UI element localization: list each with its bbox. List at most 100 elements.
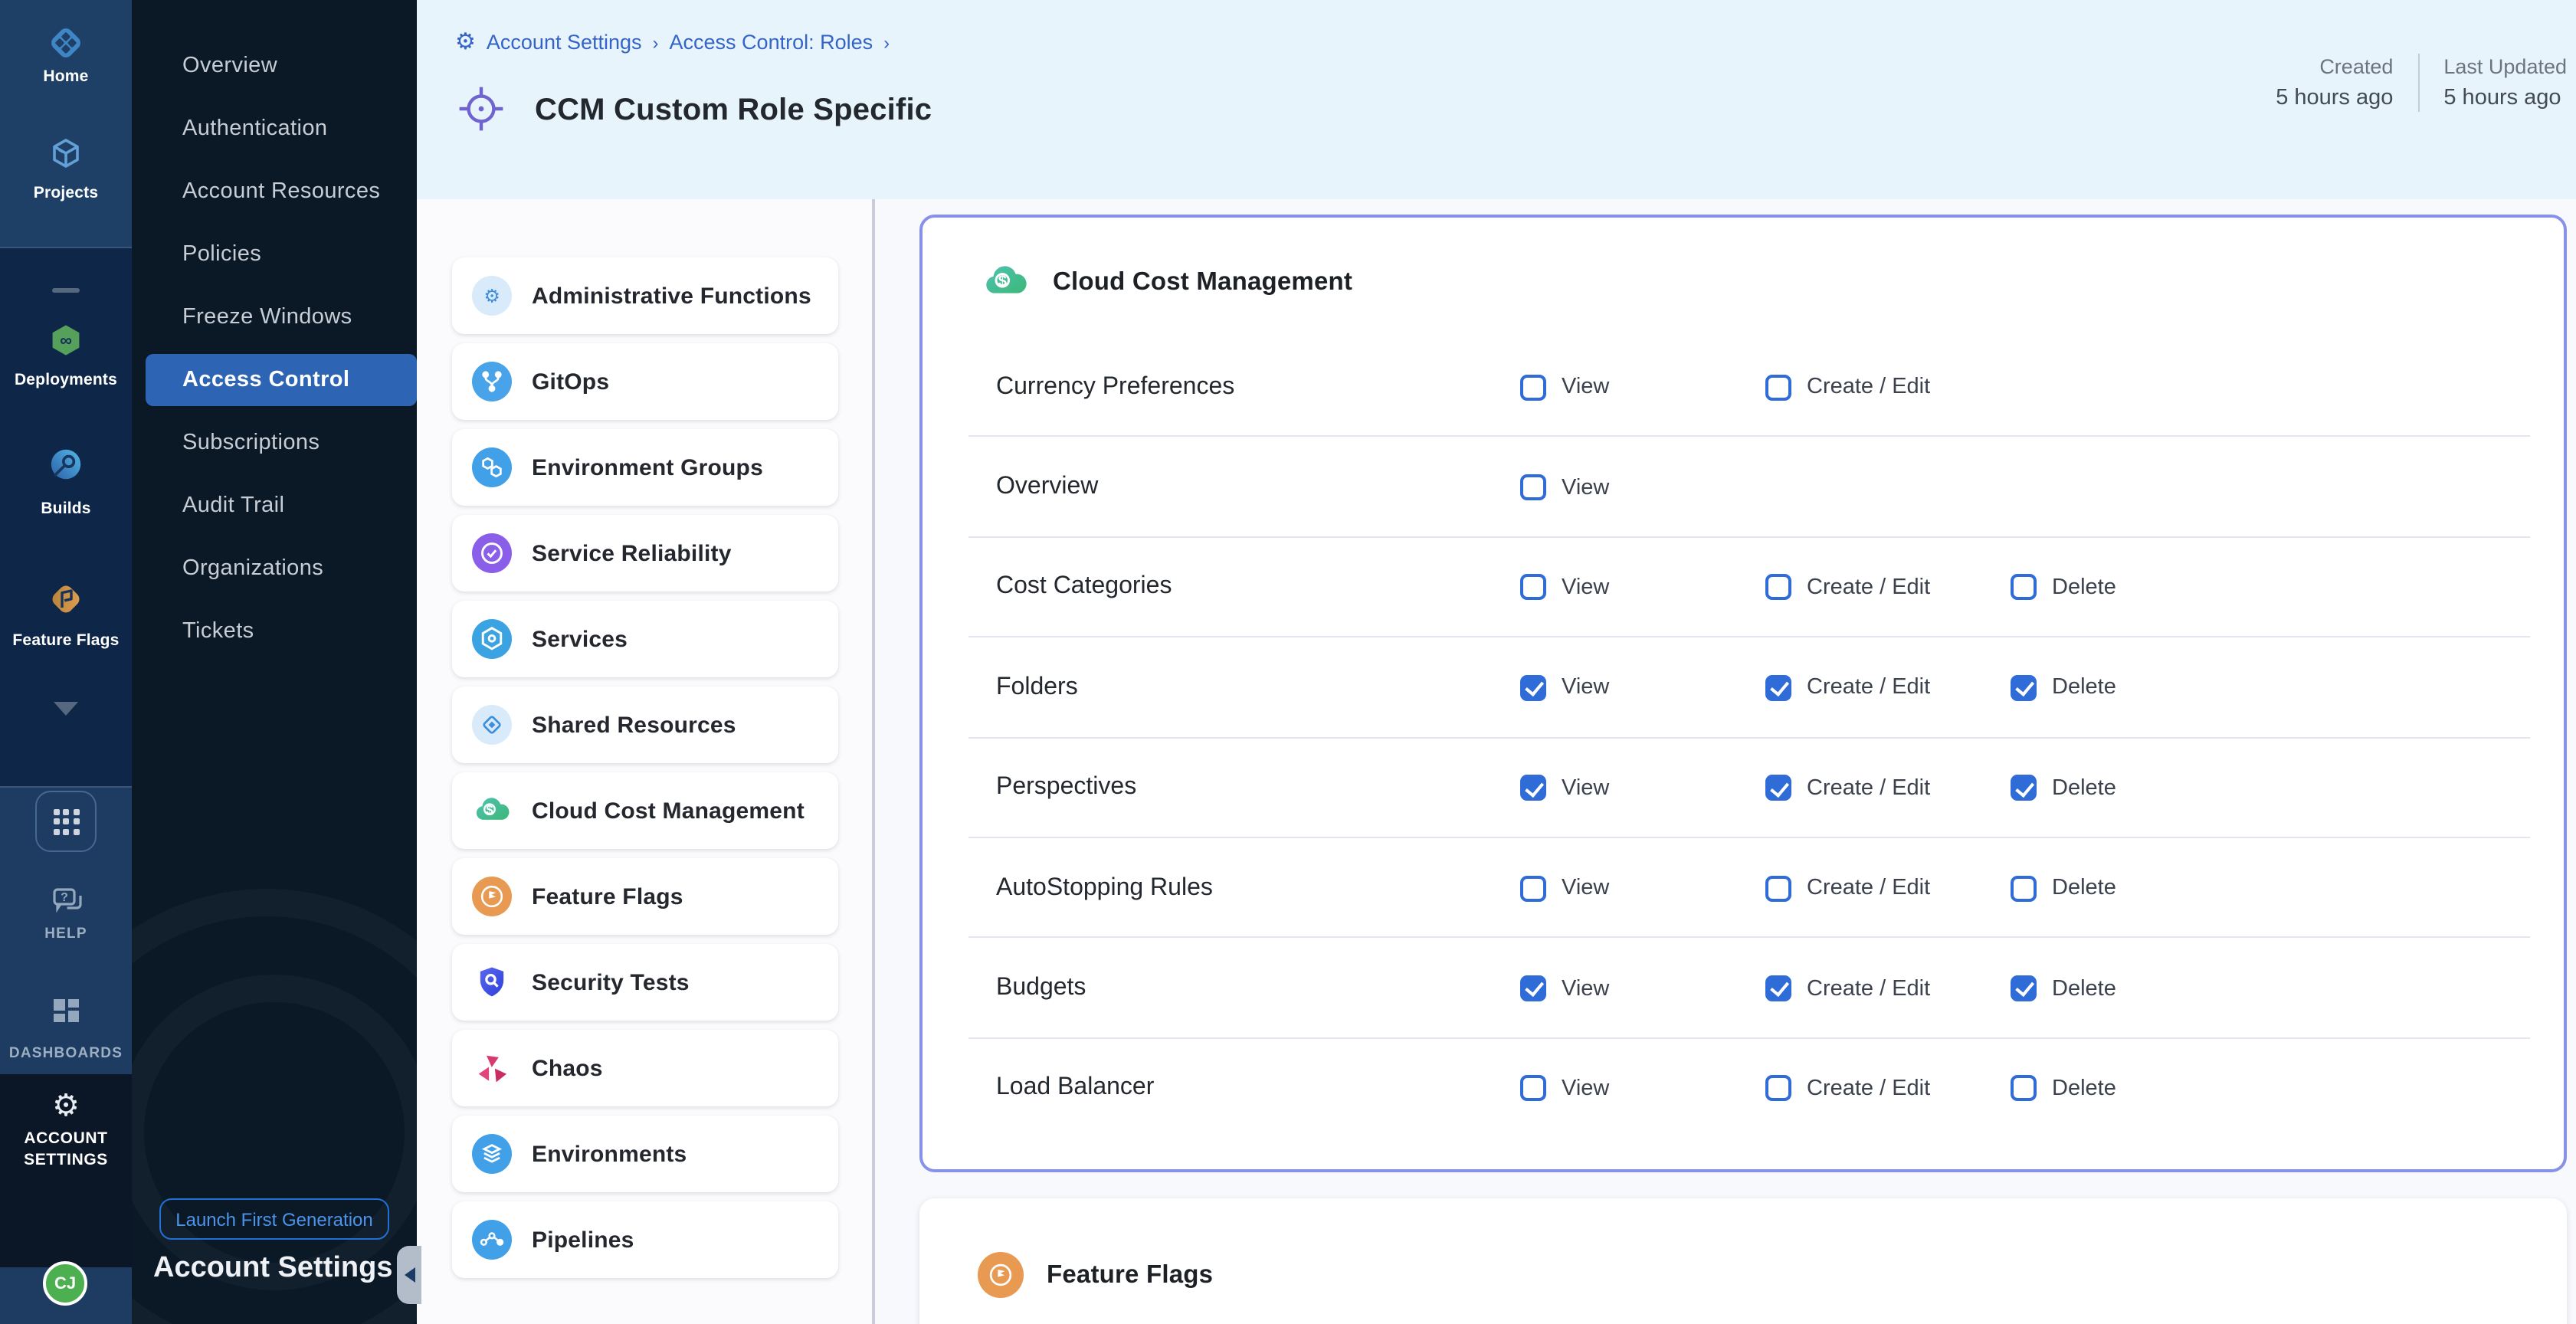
checkbox-checked[interactable] <box>2011 675 2037 701</box>
checkbox-unchecked[interactable] <box>2011 875 2037 901</box>
checkbox-unchecked[interactable] <box>1765 575 1791 601</box>
permission-delete[interactable]: Delete <box>2011 1076 2116 1102</box>
rail-item-deployments[interactable]: Deployments <box>0 371 132 389</box>
menu-item-access-control[interactable]: Access Control <box>146 354 417 406</box>
permission-delete[interactable]: Delete <box>2011 775 2116 801</box>
category-item-administrative-functions[interactable]: ⚙Administrative Functions <box>452 257 838 334</box>
breadcrumb-link-access-control-roles[interactable]: Access Control: Roles <box>670 31 873 54</box>
projects-icon[interactable] <box>48 135 84 172</box>
category-label: Shared Resources <box>532 712 736 738</box>
checkbox-label: Delete <box>2052 1077 2116 1101</box>
permission-create-edit[interactable]: Create / Edit <box>1765 875 1930 901</box>
checkbox-unchecked[interactable] <box>2011 1076 2037 1102</box>
category-item-environments[interactable]: Environments <box>452 1116 838 1192</box>
checkbox-checked[interactable] <box>1520 675 1546 701</box>
permission-create-edit[interactable]: Create / Edit <box>1765 975 1930 1001</box>
menu-item-audit-trail[interactable]: Audit Trail <box>132 483 417 529</box>
permission-view[interactable]: View <box>1520 374 1609 400</box>
checkbox-unchecked[interactable] <box>1520 875 1546 901</box>
checkbox-unchecked[interactable] <box>1520 474 1546 500</box>
menu-item-freeze-windows[interactable]: Freeze Windows <box>132 294 417 340</box>
help-icon[interactable]: ? <box>49 883 86 919</box>
category-item-environment-groups[interactable]: Environment Groups <box>452 429 838 506</box>
permission-view[interactable]: View <box>1520 474 1609 500</box>
category-item-chaos[interactable]: Chaos <box>452 1030 838 1106</box>
menu-item-organizations[interactable]: Organizations <box>132 546 417 592</box>
chevron-down-icon[interactable] <box>54 702 78 716</box>
deployments-icon[interactable]: ∞ <box>48 322 84 359</box>
permission-delete[interactable]: Delete <box>2011 875 2116 901</box>
permission-delete[interactable]: Delete <box>2011 575 2116 601</box>
rail-item-dashboards[interactable]: DASHBOARDS <box>0 1045 132 1062</box>
checkbox-unchecked[interactable] <box>2011 575 2037 601</box>
panel-header: $ Cloud Cost Management <box>923 218 2564 337</box>
category-item-services[interactable]: Services <box>452 601 838 677</box>
rail-item-account-settings[interactable]: ACCOUNT SETTINGS <box>12 1128 120 1171</box>
feature-flags-icon[interactable] <box>48 581 84 618</box>
rail-item-feature-flags[interactable]: Feature Flags <box>0 631 132 650</box>
permission-view[interactable]: View <box>1520 675 1609 701</box>
permission-row-budgets: BudgetsViewCreate / EditDelete <box>923 939 2564 1039</box>
menu-item-subscriptions[interactable]: Subscriptions <box>132 420 417 466</box>
permission-delete[interactable]: Delete <box>2011 675 2116 701</box>
permission-view[interactable]: View <box>1520 975 1609 1001</box>
permission-view[interactable]: View <box>1520 875 1609 901</box>
category-item-feature-flags[interactable]: Feature Flags <box>452 858 838 935</box>
category-item-shared-resources[interactable]: Shared Resources <box>452 687 838 763</box>
checkbox-unchecked[interactable] <box>1520 575 1546 601</box>
permission-create-edit[interactable]: Create / Edit <box>1765 1076 1930 1102</box>
permission-view[interactable]: View <box>1520 1076 1609 1102</box>
checkbox-checked[interactable] <box>1765 975 1791 1001</box>
menu-item-tickets[interactable]: Tickets <box>132 608 417 654</box>
rail-item-projects[interactable]: Projects <box>0 184 132 202</box>
permission-create-edit[interactable]: Create / Edit <box>1765 675 1930 701</box>
checkbox-label: View <box>1562 976 1609 1001</box>
role-meta: Created 5 hours ago Last Updated 5 hours… <box>2276 51 2567 115</box>
checkbox-checked[interactable] <box>2011 775 2037 801</box>
permission-view[interactable]: View <box>1520 775 1609 801</box>
app-window: Home Projects ∞ Deployments Builds Featu… <box>0 0 2576 1324</box>
category-item-cloud-cost-management[interactable]: $Cloud Cost Management <box>452 772 838 849</box>
environment-groups-icon <box>472 447 512 487</box>
checkbox-unchecked[interactable] <box>1520 374 1546 400</box>
breadcrumb-link-account-settings[interactable]: Account Settings <box>487 31 642 54</box>
rail-item-help[interactable]: HELP <box>0 926 132 942</box>
permission-view[interactable]: View <box>1520 575 1609 601</box>
category-label: GitOps <box>532 369 609 395</box>
permission-create-edit[interactable]: Create / Edit <box>1765 775 1930 801</box>
category-item-service-reliability[interactable]: Service Reliability <box>452 515 838 592</box>
checkbox-unchecked[interactable] <box>1765 1076 1791 1102</box>
menu-item-policies[interactable]: Policies <box>132 231 417 277</box>
category-item-security-tests[interactable]: Security Tests <box>452 944 838 1021</box>
settings-menu-list: Overview Authentication Account Resources P… <box>132 43 417 671</box>
launch-first-generation-button[interactable]: Launch First Generation <box>159 1198 389 1240</box>
menu-item-authentication[interactable]: Authentication <box>132 106 417 152</box>
menu-item-overview[interactable]: Overview <box>132 43 417 89</box>
rail-collapse-dash <box>52 288 80 293</box>
checkbox-unchecked[interactable] <box>1765 875 1791 901</box>
module-picker-button[interactable] <box>35 791 97 852</box>
checkbox-unchecked[interactable] <box>1520 1076 1546 1102</box>
builds-icon[interactable] <box>48 446 84 483</box>
rail-item-builds[interactable]: Builds <box>0 500 132 518</box>
home-icon[interactable] <box>48 25 84 61</box>
checkbox-checked[interactable] <box>1520 975 1546 1001</box>
checkbox-label: Create / Edit <box>1807 776 1930 801</box>
checkbox-unchecked[interactable] <box>1765 374 1791 400</box>
user-avatar[interactable]: CJ <box>43 1261 87 1306</box>
permission-create-edit[interactable]: Create / Edit <box>1765 575 1930 601</box>
rail-item-home[interactable]: Home <box>0 67 132 86</box>
checkbox-checked[interactable] <box>1765 675 1791 701</box>
permission-create-edit[interactable]: Create / Edit <box>1765 374 1930 400</box>
account-settings-gear-icon[interactable]: ⚙ <box>0 1091 132 1122</box>
category-item-pipelines[interactable]: Pipelines <box>452 1201 838 1278</box>
category-item-gitops[interactable]: GitOps <box>452 343 838 420</box>
menu-item-account-resources[interactable]: Account Resources <box>132 169 417 215</box>
checkbox-checked[interactable] <box>1765 775 1791 801</box>
checkbox-checked[interactable] <box>2011 975 2037 1001</box>
collapse-panel-handle[interactable] <box>397 1246 421 1304</box>
dashboards-icon[interactable] <box>48 993 84 1030</box>
checkbox-checked[interactable] <box>1520 775 1546 801</box>
breadcrumb-separator: › <box>653 31 659 53</box>
permission-delete[interactable]: Delete <box>2011 975 2116 1001</box>
